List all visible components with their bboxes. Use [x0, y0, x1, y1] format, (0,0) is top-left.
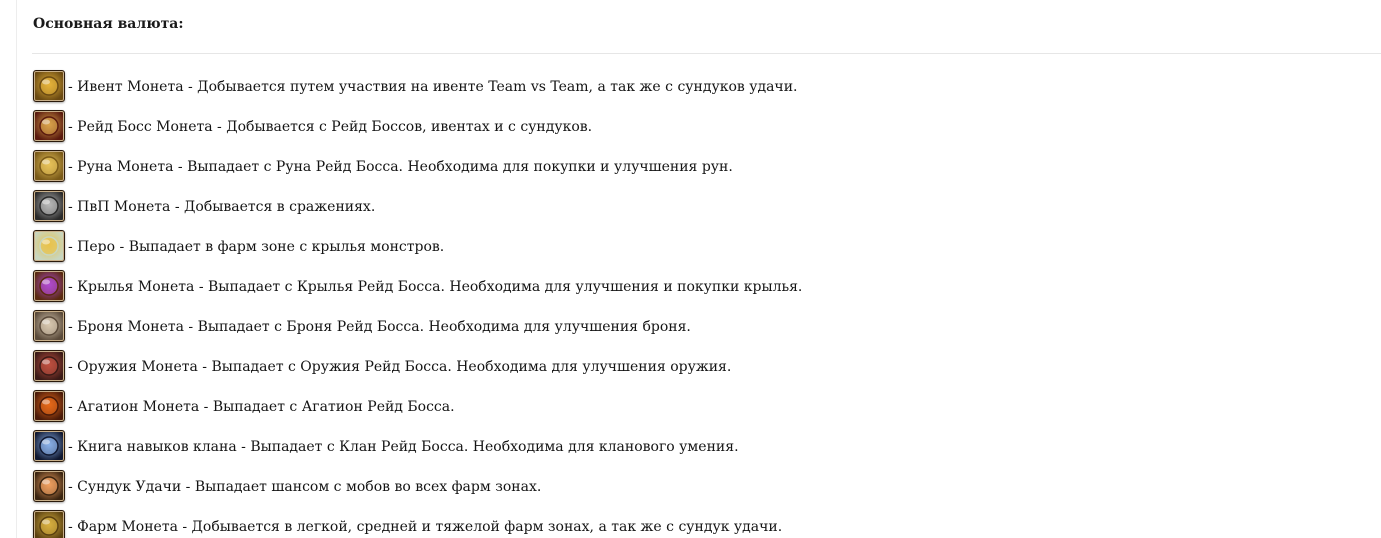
pvp-coin-icon [33, 190, 65, 222]
armor-coin-icon [33, 310, 65, 342]
item-description: - Перо - Выпадает в фарм зоне с крылья м… [68, 239, 445, 255]
item-description: - Оружия Монета - Выпадает с Оружия Рейд… [68, 359, 732, 375]
feather-icon [33, 230, 65, 262]
list-item: - Книга навыков клана - Выпадает с Клан … [33, 430, 802, 470]
farm-coin-icon [33, 510, 65, 538]
rune-coin-icon [33, 150, 65, 182]
item-description: - Рейд Босс Монета - Добывается с Рейд Б… [68, 119, 593, 135]
list-item: - Рейд Босс Монета - Добывается с Рейд Б… [33, 110, 802, 150]
item-description: - Агатион Монета - Выпадает с Агатион Ре… [68, 399, 455, 415]
list-item: - Перо - Выпадает в фарм зоне с крылья м… [33, 230, 802, 270]
currency-list: - Ивент Монета - Добывается путем участв… [33, 70, 802, 538]
list-item: - Оружия Монета - Выпадает с Оружия Рейд… [33, 350, 802, 390]
list-item: - Броня Монета - Выпадает с Броня Рейд Б… [33, 310, 802, 350]
list-item: - Агатион Монета - Выпадает с Агатион Ре… [33, 390, 802, 430]
list-item: - Руна Монета - Выпадает с Руна Рейд Бос… [33, 150, 802, 190]
section-divider [32, 53, 1381, 54]
item-description: - ПвП Монета - Добывается в сражениях. [68, 199, 376, 215]
list-item: - Фарм Монета - Добывается в легкой, сре… [33, 510, 802, 538]
item-description: - Броня Монета - Выпадает с Броня Рейд Б… [68, 319, 691, 335]
section-heading: Основная валюта: [33, 16, 184, 32]
item-description: - Крылья Монета - Выпадает с Крылья Рейд… [68, 279, 803, 295]
list-item: - Ивент Монета - Добывается путем участв… [33, 70, 802, 110]
item-description: - Руна Монета - Выпадает с Руна Рейд Бос… [68, 159, 733, 175]
item-description: - Сундук Удачи - Выпадает шансом с мобов… [68, 479, 542, 495]
clan-skill-book-icon [33, 430, 65, 462]
item-description: - Фарм Монета - Добывается в легкой, сре… [68, 519, 783, 535]
list-item: - Сундук Удачи - Выпадает шансом с мобов… [33, 470, 802, 510]
list-item: - ПвП Монета - Добывается в сражениях. [33, 190, 802, 230]
raid-boss-coin-icon [33, 110, 65, 142]
weapon-coin-icon [33, 350, 65, 382]
left-border [16, 0, 17, 538]
agathion-coin-icon [33, 390, 65, 422]
event-coin-icon [33, 70, 65, 102]
item-description: - Ивент Монета - Добывается путем участв… [68, 79, 798, 95]
wings-coin-icon [33, 270, 65, 302]
luck-chest-icon [33, 470, 65, 502]
item-description: - Книга навыков клана - Выпадает с Клан … [68, 439, 739, 455]
list-item: - Крылья Монета - Выпадает с Крылья Рейд… [33, 270, 802, 310]
